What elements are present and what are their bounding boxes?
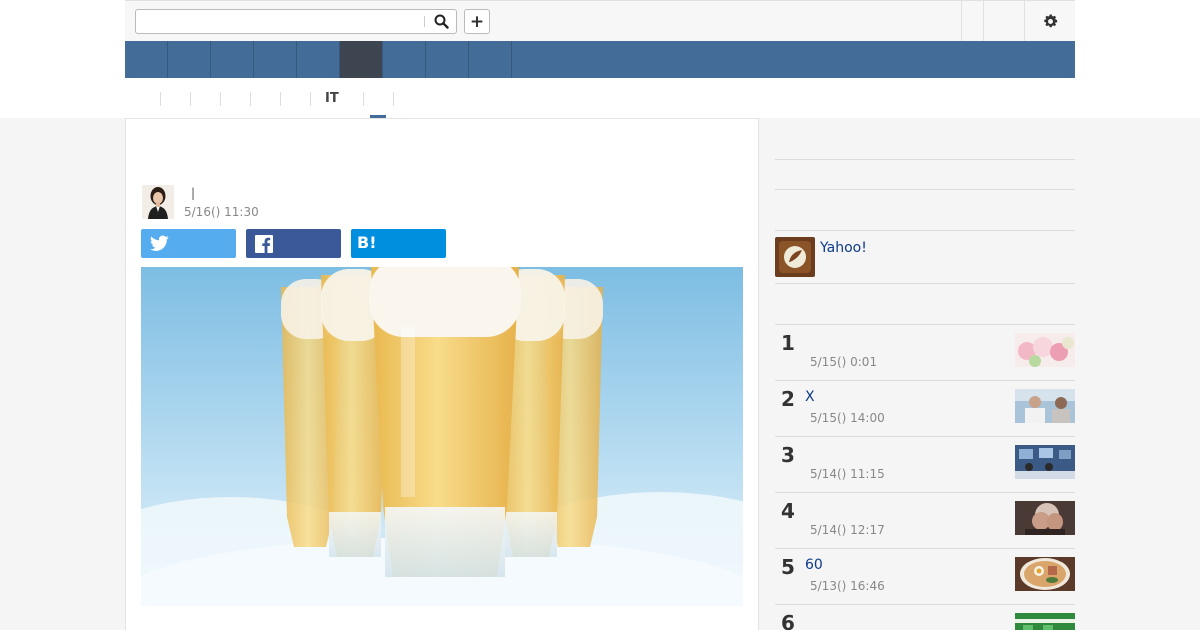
twitter-icon bbox=[150, 235, 169, 251]
nav-item[interactable] bbox=[168, 41, 211, 78]
rank-number: 4 bbox=[781, 499, 795, 523]
sidebar-divider bbox=[775, 189, 1075, 190]
gear-icon bbox=[1043, 14, 1057, 27]
nav-item[interactable] bbox=[469, 41, 512, 78]
author-separator: | bbox=[191, 186, 196, 200]
rank-date: 5/13() 16:46 bbox=[810, 579, 885, 593]
ranking-item[interactable]: 4 5/14() 12:17 bbox=[775, 492, 1075, 548]
subnav-divider bbox=[220, 92, 221, 106]
search-box bbox=[135, 9, 457, 34]
nav-item[interactable] bbox=[254, 41, 297, 78]
nav-item[interactable] bbox=[426, 41, 469, 78]
subnav-divider bbox=[280, 92, 281, 106]
search-button[interactable] bbox=[428, 11, 454, 32]
subnav-item-it[interactable]: IT bbox=[325, 91, 339, 107]
search-icon bbox=[434, 14, 449, 29]
author-avatar[interactable] bbox=[142, 185, 174, 219]
nav-item[interactable] bbox=[383, 41, 426, 78]
sub-nav: IT bbox=[125, 78, 1075, 118]
search-separator bbox=[424, 16, 425, 27]
toolbar-divider bbox=[961, 1, 962, 41]
ranking-item[interactable]: 1 5/15() 0:01 bbox=[775, 324, 1075, 380]
rank-number: 3 bbox=[781, 443, 795, 467]
rank-title: X bbox=[805, 389, 815, 405]
rank-date: 5/14() 11:15 bbox=[810, 467, 885, 481]
hero-image bbox=[141, 267, 743, 606]
subnav-divider bbox=[190, 92, 191, 106]
subnav-divider bbox=[250, 92, 251, 106]
sidebar-divider bbox=[775, 283, 1075, 284]
add-button[interactable]: + bbox=[464, 9, 490, 34]
hatena-icon: B! bbox=[357, 233, 377, 252]
nav-item-active[interactable] bbox=[340, 41, 383, 78]
main-nav bbox=[125, 41, 1075, 78]
subnav-divider bbox=[310, 92, 311, 106]
article: | 5/16() 11:30 B! bbox=[125, 118, 759, 630]
rank-number: 1 bbox=[781, 331, 795, 355]
rank-title: 60 bbox=[805, 557, 823, 573]
settings-button[interactable] bbox=[1025, 1, 1075, 41]
subnav-divider bbox=[160, 92, 161, 106]
sidebar-divider bbox=[775, 230, 1075, 231]
rank-date: 5/14() 12:17 bbox=[810, 523, 885, 537]
facebook-icon bbox=[255, 235, 273, 253]
rank-number: 6 bbox=[781, 611, 795, 630]
nav-item[interactable] bbox=[211, 41, 254, 78]
facebook-share-button[interactable] bbox=[246, 229, 341, 258]
toolbar-divider bbox=[983, 1, 984, 41]
subnav-divider bbox=[363, 92, 364, 106]
rank-thumbnail-green bbox=[1015, 613, 1075, 630]
ranking-item[interactable]: 5 60 5/13() 16:46 bbox=[775, 548, 1075, 604]
top-bar: + bbox=[125, 0, 1075, 41]
search-input[interactable] bbox=[136, 10, 424, 33]
rank-number: 2 bbox=[781, 387, 795, 411]
rank-number: 5 bbox=[781, 555, 795, 579]
rank-thumbnail-flowers bbox=[1015, 333, 1075, 367]
rank-thumbnail-office bbox=[1015, 445, 1075, 479]
rank-thumbnail-doctor bbox=[1015, 389, 1075, 423]
rank-thumbnail-man bbox=[1015, 501, 1075, 535]
rank-date: 5/15() 0:01 bbox=[810, 355, 878, 369]
ranking-item[interactable]: 6 bbox=[775, 604, 1075, 630]
hatena-bookmark-button[interactable]: B! bbox=[351, 229, 446, 258]
twitter-share-button[interactable] bbox=[141, 229, 236, 258]
nav-item[interactable] bbox=[297, 41, 340, 78]
yahoo-feather-icon[interactable] bbox=[775, 237, 815, 277]
ranking-item[interactable]: 3 5/14() 11:15 bbox=[775, 436, 1075, 492]
nav-item[interactable] bbox=[125, 41, 168, 78]
yahoo-link[interactable]: Yahoo! bbox=[820, 240, 867, 256]
ranking-item[interactable]: 2 X 5/15() 14:00 bbox=[775, 380, 1075, 436]
article-date: 5/16() 11:30 bbox=[184, 205, 259, 219]
subnav-divider bbox=[393, 92, 394, 106]
sidebar: Yahoo! 1 5/15() 0:01 2 X 5/15() 14:00 3 … bbox=[775, 118, 1075, 630]
rank-date: 5/15() 14:00 bbox=[810, 411, 885, 425]
sidebar-divider bbox=[775, 159, 1075, 160]
rank-thumbnail-ramen bbox=[1015, 557, 1075, 591]
